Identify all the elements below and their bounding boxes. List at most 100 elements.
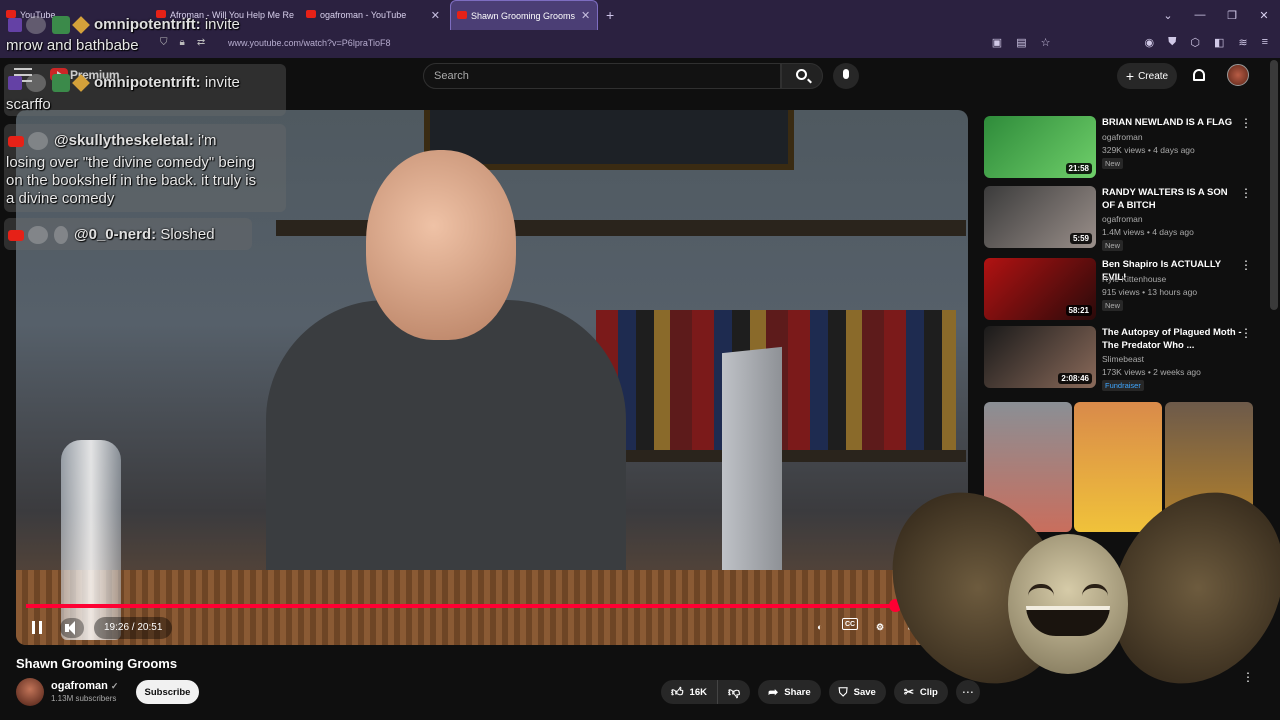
close-window-icon[interactable]: ✕ [1248, 9, 1280, 22]
recommendation-title[interactable]: BRIAN NEWLAND IS A FLAG [1102, 116, 1242, 129]
emote-icon [52, 16, 70, 35]
close-tab-icon[interactable]: ✕ [575, 9, 590, 22]
more-options-icon[interactable]: ⋮ [1240, 326, 1252, 340]
video-thumbnail[interactable]: 58:21 [984, 258, 1096, 320]
page-scrollbar[interactable] [1270, 60, 1278, 310]
video-thumbnail[interactable]: 5:59 [984, 186, 1096, 248]
search-placeholder: Search [434, 70, 469, 82]
chat-text: invite [204, 16, 240, 33]
recommendation-meta: 173K views • 2 weeks ago [1102, 367, 1201, 377]
more-options-icon[interactable]: ⋮ [1240, 258, 1252, 272]
bookmark-star-icon[interactable]: ☆ [1041, 36, 1051, 49]
chat-username: @skullytheskeletal: [54, 132, 194, 149]
user-avatar [28, 132, 48, 151]
time-display: 19:26 / 20:51 [94, 617, 173, 639]
picture-in-picture-icon[interactable]: ▣ [992, 36, 1002, 49]
channel-name[interactable]: ogafroman ✓ [51, 680, 118, 692]
more-options-icon[interactable]: ⋮ [1240, 116, 1252, 130]
puzzle-icon[interactable]: ⬡ [1190, 36, 1200, 49]
url-text[interactable]: www.youtube.com/watch?v=P6lpraTioF8 [228, 38, 391, 48]
create-button[interactable]: + Create [1117, 63, 1177, 89]
moth-overlay-image [858, 461, 1280, 720]
search-input[interactable]: Search [423, 63, 781, 89]
reader-icon[interactable]: ▤ [1016, 36, 1026, 49]
extension-icon[interactable]: ≋ [1238, 36, 1247, 49]
menu-icon[interactable]: ≡ [1262, 36, 1268, 49]
new-tab-icon[interactable]: + [606, 7, 614, 23]
shield-icon[interactable]: ⛉ [160, 37, 168, 48]
autoplay-toggle-icon[interactable]: ◐ [810, 618, 830, 636]
video-duration: 2:08:46 [1058, 373, 1092, 384]
recommendation-item[interactable]: 21:58 BRIAN NEWLAND IS A FLAG ogafroman … [984, 114, 1260, 184]
close-tab-icon[interactable]: ✕ [425, 9, 440, 22]
pause-icon[interactable] [32, 621, 42, 634]
user-avatar[interactable] [1227, 64, 1249, 86]
recommendation-title[interactable]: RANDY WALTERS IS A SON OF A BITCH [1102, 186, 1242, 212]
recommendation-meta: 1.4M views • 4 days ago [1102, 227, 1194, 237]
player-controls: 19:26 / 20:51 ◐ CC ⚙ ▭ ⤢ [16, 612, 968, 642]
video-duration: 5:59 [1069, 233, 1092, 244]
lock-icon[interactable]: 🔒︎ [180, 37, 185, 48]
twitch-icon [8, 76, 22, 91]
recommendation-item[interactable]: 5:59 RANDY WALTERS IS A SON OF A BITCH o… [984, 184, 1260, 256]
chat-message: @skullytheskeletal: i'm [8, 132, 217, 151]
volume-icon[interactable] [60, 618, 84, 638]
subscriber-count: 1.13M subscribers [51, 694, 117, 703]
save-button[interactable]: ⛉ Save [828, 680, 886, 704]
video-thumbnail[interactable]: 2:08:46 [984, 326, 1096, 388]
youtube-favicon-icon [457, 11, 467, 19]
minimize-icon[interactable]: — [1184, 9, 1216, 21]
user-avatar [26, 16, 46, 35]
voice-search-icon[interactable] [833, 63, 859, 89]
share-icon: ➦ [768, 685, 779, 699]
bookmark-icon: ⛉ [838, 684, 848, 699]
fundraiser-badge: Fundraiser [1102, 380, 1144, 391]
channel-avatar[interactable] [16, 678, 44, 706]
chat-username: omnipotentrift: [94, 74, 201, 91]
extension-icons: ▣ ▤ ☆ ◉ ⛊ ⬡ ◧ ≋ ≡ [992, 36, 1268, 49]
moth-face [1008, 534, 1128, 674]
video-duration: 21:58 [1065, 163, 1092, 174]
thumbs-down-icon: 👎︎ [727, 684, 741, 699]
ublock-icon[interactable]: ⛊ [1168, 36, 1176, 49]
chat-message: omnipotentrift: invite [8, 16, 240, 35]
progress-fill [26, 604, 895, 608]
permissions-icon[interactable]: ⇄ [197, 37, 205, 48]
recommendation-channel[interactable]: Ryle Kittenhouse [1102, 274, 1166, 284]
progress-bar[interactable] [26, 599, 958, 612]
extension-icon[interactable]: ◧ [1214, 36, 1224, 49]
like-count: 16K [689, 686, 707, 698]
recommendation-channel[interactable]: ogafroman [1102, 214, 1143, 224]
video-title: Shawn Grooming Grooms [16, 656, 178, 671]
more-options-icon[interactable]: ⋮ [1240, 186, 1252, 200]
notifications-bell-icon[interactable] [1193, 69, 1205, 81]
maximize-icon[interactable]: ❐ [1216, 9, 1248, 22]
recommendation-meta: 329K views • 4 days ago [1102, 145, 1195, 155]
captions-icon[interactable]: CC [842, 618, 858, 630]
recommendation-item[interactable]: 58:21 Ben Shapiro Is ACTUALLY EVIL! Ryle… [984, 256, 1260, 324]
url-icons: ⛉ 🔒︎ ⇄ [160, 37, 205, 48]
create-label: Create [1138, 70, 1169, 82]
recommendation-channel[interactable]: Slimebeast [1102, 354, 1144, 364]
share-button[interactable]: ➦ Share [758, 680, 821, 704]
youtube-icon [8, 135, 24, 147]
new-badge: New [1102, 158, 1124, 169]
verified-icon: ✓ [110, 681, 119, 691]
recommendation-channel[interactable]: ogafroman [1102, 132, 1143, 142]
share-label: Share [784, 686, 811, 698]
channel-name-text: ogafroman [51, 680, 108, 692]
chevron-down-icon[interactable]: ⌄ [1152, 9, 1184, 22]
like-button[interactable]: 👍︎ 16K [661, 680, 717, 704]
moth-eye [1082, 584, 1108, 596]
dislike-button[interactable]: 👎︎ [716, 680, 751, 704]
tab-ogafroman[interactable]: ogafroman - YouTube ✕ [300, 0, 450, 30]
recommendation-item[interactable]: 2:08:46 The Autopsy of Plagued Moth - Th… [984, 324, 1260, 396]
recommendation-title[interactable]: The Autopsy of Plagued Moth - The Predat… [1102, 326, 1242, 352]
search-button[interactable] [781, 63, 823, 89]
video-thumbnail[interactable]: 21:58 [984, 116, 1096, 178]
settings-gear-icon[interactable]: ⚙ [870, 618, 890, 636]
account-icon[interactable]: ◉ [1144, 36, 1154, 49]
subscribe-button[interactable]: Subscribe [136, 680, 199, 704]
chat-text: scarffo [6, 96, 51, 113]
tab-shawn-grooming[interactable]: Shawn Grooming Grooms ✕ [450, 0, 598, 30]
